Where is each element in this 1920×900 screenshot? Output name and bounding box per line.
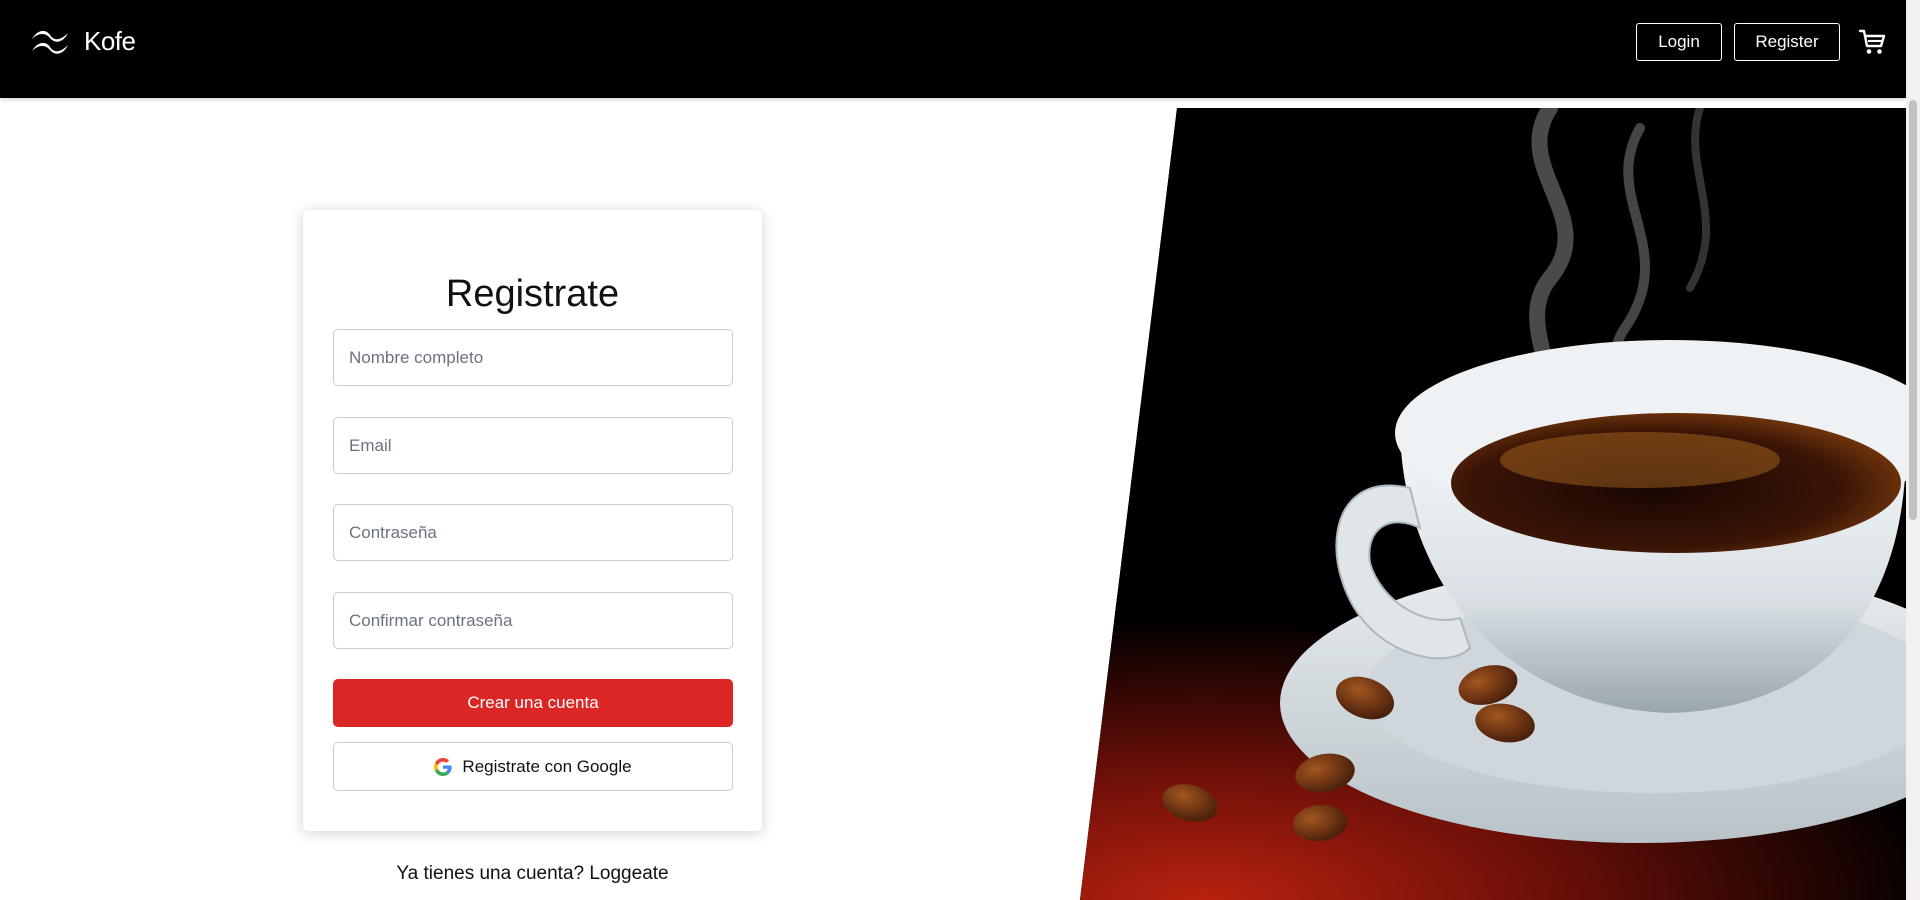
scrollbar-thumb[interactable]: [1909, 100, 1917, 520]
tailwind-wave-icon: [32, 30, 68, 54]
brand-name: Kofe: [84, 26, 136, 56]
coffee-cup-with-beans-photo: [1080, 108, 1906, 900]
login-prompt-text: Ya tienes una cuenta?: [396, 863, 585, 884]
login-prompt: Ya tienes una cuenta? Loggeate: [303, 863, 762, 885]
full-name-input[interactable]: [333, 329, 733, 386]
register-card: Registrate Crear una cuenta Registrate c…: [303, 210, 762, 831]
page-title: Registrate: [445, 273, 620, 316]
create-account-button[interactable]: Crear una cuenta: [333, 679, 733, 727]
password-input[interactable]: [333, 504, 733, 561]
google-signup-button[interactable]: Registrate con Google: [333, 742, 733, 791]
shopping-cart-icon[interactable]: [1852, 22, 1892, 62]
register-button[interactable]: Register: [1734, 23, 1840, 61]
navbar: Kofe Login Register: [0, 0, 1906, 98]
login-button[interactable]: Login: [1636, 23, 1722, 61]
email-input[interactable]: [333, 417, 733, 474]
google-button-label: Registrate con Google: [462, 756, 632, 776]
nav-actions: Login Register: [1636, 22, 1892, 62]
scrollbar[interactable]: [1906, 0, 1920, 900]
google-g-icon: [434, 757, 453, 776]
brand[interactable]: Kofe: [30, 26, 136, 57]
confirm-password-input[interactable]: [333, 592, 733, 649]
login-link[interactable]: Loggeate: [589, 863, 668, 884]
